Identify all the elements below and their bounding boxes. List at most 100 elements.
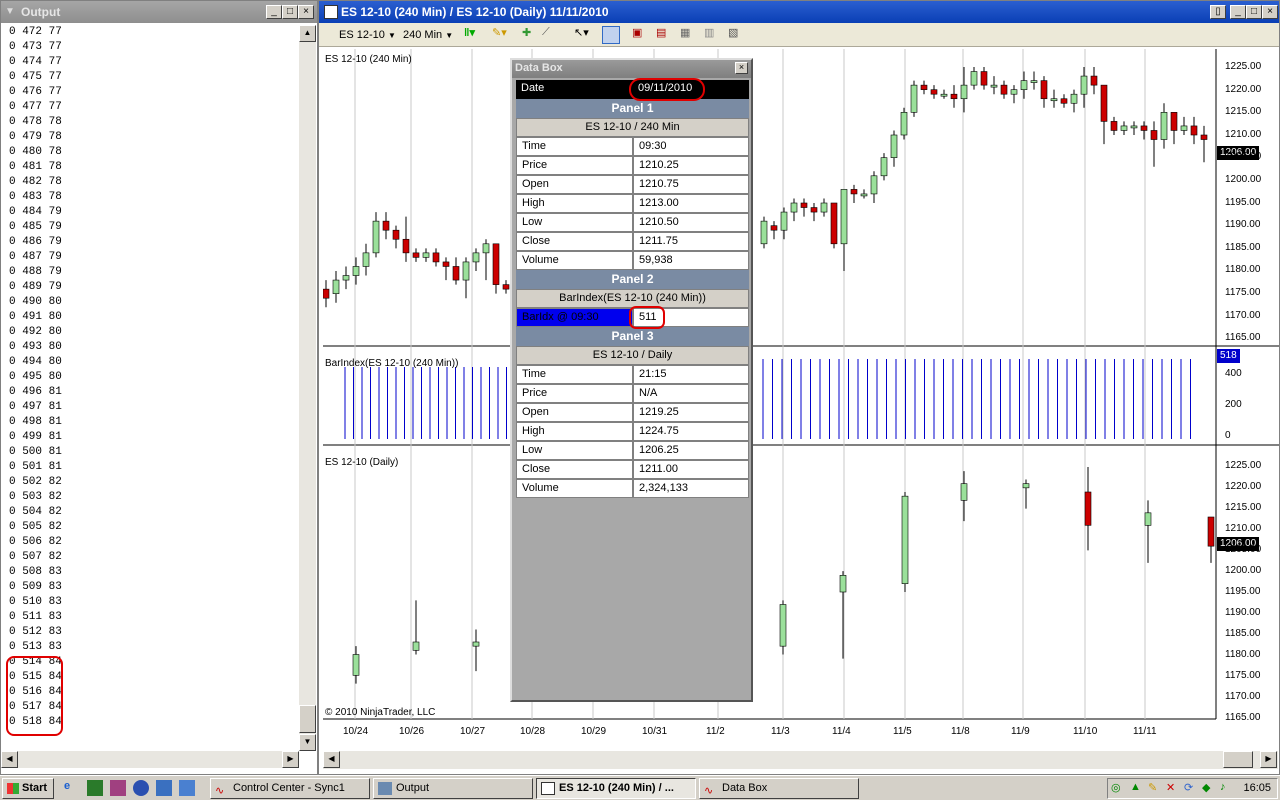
- yaxis-tick-label: 1165.00: [1225, 712, 1261, 723]
- internet-explorer-icon[interactable]: e: [64, 780, 80, 796]
- task-data-box[interactable]: ∿ Data Box: [699, 778, 859, 799]
- chart-icon: [541, 782, 555, 795]
- scroll-left-icon[interactable]: ◀: [323, 751, 340, 768]
- candle-body: [950, 93, 958, 100]
- scroll-up-icon[interactable]: ▲: [299, 25, 316, 42]
- task-chart[interactable]: ES 12-10 (240 Min) / ...: [536, 778, 696, 799]
- start-label: Start: [22, 782, 48, 794]
- explorer-icon[interactable]: [156, 780, 172, 796]
- candle-body: [1100, 84, 1108, 122]
- panel3-row: Close 1211.00: [516, 460, 749, 479]
- candle-body: [810, 207, 818, 213]
- indicators-icon[interactable]: ✚: [522, 26, 540, 44]
- desktop-icon[interactable]: [179, 780, 195, 796]
- output-list[interactable]: 0 472 77 0 473 77 0 474 77 0 475 77 0 476 77…: [1, 25, 299, 751]
- xaxis-tick-label: 10/29: [581, 726, 607, 737]
- chart-trader-icon[interactable]: ▣: [632, 26, 650, 44]
- output-row: 0 490 80: [9, 296, 62, 308]
- task-control-center[interactable]: ∿ Control Center - Sync1: [210, 778, 370, 799]
- scroll-thumb[interactable]: [1223, 751, 1253, 768]
- panel3-subheader: ES 12-10 / Daily: [516, 346, 749, 365]
- output-row: 0 484 79: [9, 206, 62, 218]
- output-app-icon: ▼: [5, 6, 15, 17]
- yaxis-tick-label: 1200.00: [1225, 174, 1262, 185]
- instrument-selector[interactable]: ES 12-10 ▼: [339, 26, 396, 44]
- daily-candle-body: [1144, 512, 1152, 526]
- data-box-icon[interactable]: [602, 26, 620, 44]
- minimize-button[interactable]: _: [266, 5, 282, 19]
- interval-selector[interactable]: 240 Min ▼: [403, 26, 453, 44]
- data-box-title-bar[interactable]: Data Box: [512, 60, 751, 78]
- security-icon[interactable]: ▲: [1130, 781, 1146, 797]
- maximize-button[interactable]: □: [1246, 5, 1262, 19]
- restore-button[interactable]: ▯: [1210, 5, 1226, 19]
- chart-image-icon[interactable]: ▦: [680, 26, 698, 44]
- task-output[interactable]: Output: [373, 778, 533, 799]
- sync-icon[interactable]: ⟳: [1184, 781, 1200, 797]
- chart-canvas: [322, 49, 1279, 720]
- panel1-row-value: 09:30: [633, 137, 749, 156]
- alert-icon[interactable]: ✕: [1166, 781, 1182, 797]
- strategy-icon[interactable]: ⟋: [542, 26, 560, 44]
- output-row: 0 480 78: [9, 146, 62, 158]
- panel1-row-value: 1210.25: [633, 156, 749, 175]
- close-button[interactable]: ×: [1262, 5, 1278, 19]
- candle-body: [1080, 75, 1088, 95]
- output-row: 0 501 81: [9, 461, 62, 473]
- drawing-pencil-icon[interactable]: ✎▾: [492, 26, 510, 44]
- windows-logo-icon: [7, 783, 19, 794]
- panel2-value-tag: 518: [1217, 349, 1240, 363]
- candle-body: [492, 243, 500, 285]
- scroll-thumb[interactable]: [299, 705, 316, 733]
- properties-icon[interactable]: ▧: [728, 26, 746, 44]
- network-icon[interactable]: ◎: [1111, 781, 1127, 797]
- maximize-button[interactable]: □: [282, 5, 298, 19]
- template-icon[interactable]: ▤: [656, 26, 674, 44]
- xaxis-tick-label: 10/27: [460, 726, 486, 737]
- candle-body: [342, 275, 350, 281]
- pencil-icon[interactable]: ✎: [1148, 781, 1164, 797]
- candle-body: [940, 93, 948, 97]
- bar-type-icon[interactable]: ‖▾: [464, 26, 482, 44]
- paint-icon[interactable]: [110, 780, 126, 796]
- chart-scrollbar[interactable]: ◀ ▶: [323, 751, 1278, 769]
- excel-icon[interactable]: [87, 780, 103, 796]
- xaxis-tick-label: 11/11: [1133, 726, 1157, 737]
- close-button[interactable]: ×: [298, 5, 314, 19]
- close-icon[interactable]: ×: [735, 62, 748, 74]
- daily-candle-body: [412, 641, 420, 651]
- scroll-right-icon[interactable]: ▶: [282, 751, 299, 768]
- taskbar: Start e ∿ Control Center - Sync1 Output …: [0, 775, 1280, 800]
- chart-title-bar[interactable]: ES 12-10 (240 Min) / ES 12-10 (Daily) 11…: [319, 1, 1279, 23]
- output-row: 0 482 78: [9, 176, 62, 188]
- panel3-row: Price N/A: [516, 384, 749, 403]
- xaxis-tick-label: 11/8: [951, 726, 970, 737]
- scroll-left-icon[interactable]: ◀: [1, 751, 18, 768]
- vertical-scrollbar[interactable]: ▲ ▼: [299, 25, 316, 751]
- scroll-right-icon[interactable]: ▶: [1260, 751, 1277, 768]
- yaxis-tick-label: 1175.00: [1225, 670, 1261, 681]
- shield-icon[interactable]: ◆: [1202, 781, 1218, 797]
- chart-area[interactable]: ES 12-10 (240 Min) BarIndex(ES 12-10 (24…: [322, 49, 1279, 749]
- scroll-down-icon[interactable]: ▼: [299, 734, 316, 751]
- output-row: 0 481 78: [9, 161, 62, 173]
- daily-candle-body: [779, 604, 787, 647]
- cursor-icon[interactable]: ↖▾: [574, 26, 592, 44]
- candle-body: [1030, 80, 1038, 83]
- save-icon[interactable]: ▥: [704, 26, 722, 44]
- start-button[interactable]: Start: [2, 778, 54, 799]
- candle-body: [850, 189, 858, 195]
- task-label: Data Box: [722, 782, 768, 794]
- panel2-subheader: BarIndex(ES 12-10 (240 Min)): [516, 289, 749, 308]
- wireless-icon[interactable]: ♪: [1220, 781, 1236, 797]
- media-player-icon[interactable]: [133, 780, 149, 796]
- minimize-button[interactable]: _: [1230, 5, 1246, 19]
- panel2-label: BarIndex(ES 12-10 (240 Min)): [325, 358, 459, 369]
- panel3-row-label: Open: [516, 403, 633, 422]
- output-row: 0 474 77: [9, 56, 62, 68]
- candle-body: [322, 288, 330, 299]
- output-row: 0 500 81: [9, 446, 62, 458]
- yaxis-tick-label: 1225.00: [1225, 460, 1262, 471]
- horizontal-scrollbar[interactable]: ◀ ▶: [1, 751, 299, 768]
- yaxis-tick-label: 1180.00: [1225, 264, 1261, 276]
